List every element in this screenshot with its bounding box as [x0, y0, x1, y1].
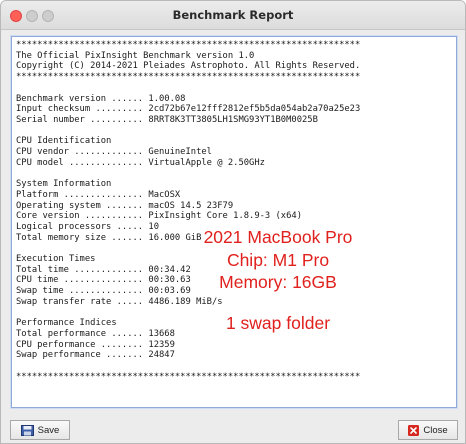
report-line: CPU vendor ............. GenuineIntel [16, 147, 212, 158]
report-line: Input checksum ......... 2cd72b67e12fff2… [16, 104, 361, 115]
report-line: Logical processors ..... 10 [16, 221, 159, 232]
report-line: ****************************************… [16, 40, 361, 50]
floppy-disk-icon [20, 424, 34, 436]
save-button[interactable]: Save [10, 420, 70, 440]
annotation-line-swap: 1 swap folder [225, 312, 331, 333]
hardware-annotation: 2021 MacBook Pro Chip: M1 Pro Memory: 16… [158, 226, 398, 334]
annotation-line-chip: Chip: M1 Pro [226, 249, 330, 270]
report-line: Serial number .......... 8RRT8K3TT3805LH… [16, 114, 318, 125]
report-line: The Official PixInsight Benchmark versio… [16, 50, 255, 61]
report-line: Benchmark version ...... 1.00.08 [16, 93, 186, 104]
report-line: Operating system ....... macOS 14.5 23F7… [16, 200, 234, 211]
report-text-area[interactable]: ****************************************… [11, 36, 457, 408]
report-line: ****************************************… [16, 371, 361, 382]
close-button-label: Close [423, 424, 448, 436]
red-x-icon [408, 424, 420, 436]
report-line: CPU Identification [16, 136, 112, 147]
report-line: Platform ............... MacOSX [16, 189, 181, 200]
report-line: Execution Times [16, 254, 96, 265]
report-line: System Information [16, 179, 112, 190]
report-line: Core version ........... PixInsight Core… [16, 211, 302, 222]
title-bar: Benchmark Report [1, 1, 465, 30]
report-line: ****************************************… [16, 72, 361, 83]
report-line: CPU model .............. VirtualApple @ … [16, 157, 265, 168]
save-button-label: Save [37, 424, 60, 436]
annotation-line-memory: Memory: 16GB [219, 272, 337, 292]
report-line: Copyright (C) 2014-2021 Pleiades Astroph… [16, 61, 361, 72]
window-title: Benchmark Report [172, 8, 294, 22]
benchmark-report-window: Benchmark Report ***********************… [0, 0, 466, 444]
report-line: Total performance ...... 13668 [16, 328, 175, 339]
report-line: Performance Indices [16, 318, 117, 329]
annotation-line-model: 2021 MacBook Pro [203, 227, 353, 247]
report-line: Swap performance ....... 24847 [16, 350, 175, 361]
report-line: CPU performance ........ 12359 [16, 339, 175, 350]
close-button[interactable]: Close [398, 420, 458, 440]
